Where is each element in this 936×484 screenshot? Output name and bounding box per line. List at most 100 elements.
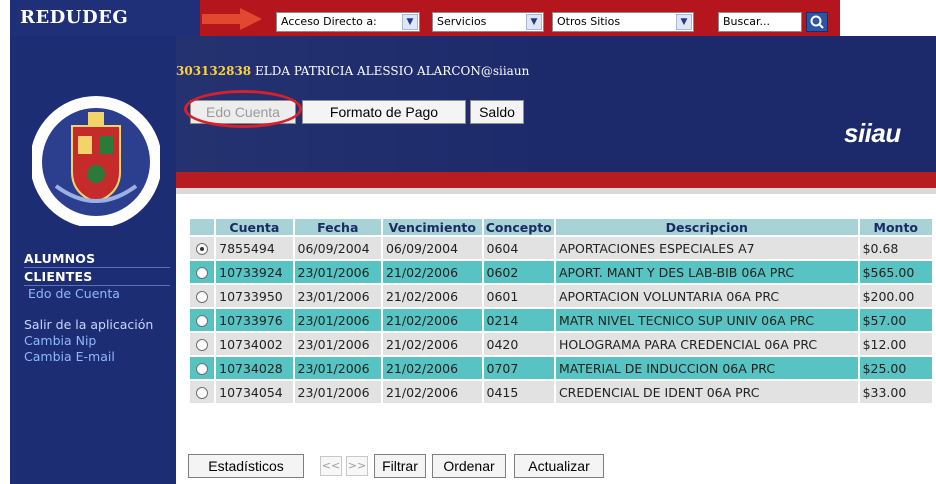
row-select-cell[interactable] [190, 381, 215, 403]
account-statement-table: Cuenta Fecha Vencimiento Concepto Descri… [188, 217, 932, 405]
acceso-directo-value: Acceso Directo a: [281, 15, 377, 28]
sidebar-nav: ALUMNOS CLIENTES Edo de Cuenta Salir de … [24, 250, 174, 365]
radio-icon[interactable] [196, 243, 209, 255]
table-row[interactable]: 7855494 06/09/2004 06/09/2004 0604 APORTACIO… [190, 237, 932, 259]
actualizar-button[interactable]: Actualizar [514, 454, 604, 478]
tab-saldo[interactable]: Saldo [470, 100, 524, 124]
radio-icon[interactable] [196, 387, 209, 399]
estadisticos-button[interactable]: Estadísticos [188, 454, 304, 478]
sidebar: ALUMNOS CLIENTES Edo de Cuenta Salir de … [10, 36, 176, 484]
cell-vencimiento: 21/02/2006 [382, 309, 482, 331]
otros-sitios-select[interactable]: Otros Sitios ▼ [552, 12, 694, 32]
cell-concepto: 0707 [483, 357, 554, 379]
cell-descripcion: MATERIAL DE INDUCCION 06A PRC [555, 357, 858, 379]
sidebar-link-cambia-nip[interactable]: Cambia Nip [24, 333, 174, 349]
row-select-cell[interactable] [190, 285, 215, 307]
ordenar-button[interactable]: Ordenar [432, 454, 506, 478]
chevron-down-icon: ▼ [402, 14, 418, 30]
cell-cuenta: 10734002 [216, 333, 293, 355]
top-bar: REDUDEG Acceso Directo a: ▼ Servicios ▼ … [0, 0, 936, 36]
cell-vencimiento: 21/02/2006 [382, 381, 482, 403]
cell-vencimiento: 21/02/2006 [382, 333, 482, 355]
chevron-down-icon: ▼ [676, 14, 692, 30]
table-row[interactable]: 10734002 23/01/2006 21/02/2006 0420 HOLOGRAM… [190, 333, 932, 355]
user-id: 303132838 [176, 64, 252, 78]
row-select-cell[interactable] [190, 357, 215, 379]
cell-monto: $200.00 [859, 285, 932, 307]
cell-fecha: 23/01/2006 [294, 309, 381, 331]
column-header-vencimiento: Vencimiento [382, 219, 482, 235]
cell-monto: $565.00 [859, 261, 932, 283]
cell-vencimiento: 21/02/2006 [382, 261, 482, 283]
university-crest-icon [30, 76, 162, 228]
otros-sitios-value: Otros Sitios [557, 15, 621, 28]
search-button[interactable] [806, 12, 828, 32]
cell-descripcion: APORTACION VOLUNTARIA 06A PRC [555, 285, 858, 307]
cell-vencimiento: 21/02/2006 [382, 285, 482, 307]
cell-descripcion: MATR NIVEL TECNICO SUP UNIV 06A PRC [555, 309, 858, 331]
siiau-logo: siiau [844, 118, 901, 148]
column-header-cuenta: Cuenta [216, 219, 293, 235]
table-row[interactable]: 10733976 23/01/2006 21/02/2006 0214 MATR NIV… [190, 309, 932, 331]
cell-fecha: 23/01/2006 [294, 333, 381, 355]
cell-monto: $25.00 [859, 357, 932, 379]
column-header-monto: Monto [859, 219, 932, 235]
search-input-value: Buscar... [723, 15, 771, 28]
sidebar-link-edo-de-cuenta[interactable]: Edo de Cuenta [24, 286, 174, 302]
row-select-cell[interactable] [190, 333, 215, 355]
header-divider [176, 188, 936, 194]
table-body: 7855494 06/09/2004 06/09/2004 0604 APORTACIO… [190, 237, 932, 403]
cell-monto: $0.68 [859, 237, 932, 259]
cell-concepto: 0601 [483, 285, 554, 307]
table-row[interactable]: 10734028 23/01/2006 21/02/2006 0707 MATERIAL… [190, 357, 932, 379]
row-select-cell[interactable] [190, 261, 215, 283]
cell-descripcion: CREDENCIAL DE IDENT 06A PRC [555, 381, 858, 403]
cell-vencimiento: 06/09/2004 [382, 237, 482, 259]
search-icon [810, 15, 824, 29]
next-page-button[interactable]: >> [346, 456, 368, 476]
filtrar-button[interactable]: Filtrar [374, 454, 426, 478]
sidebar-link-salir[interactable]: Salir de la aplicación [24, 317, 174, 333]
radio-icon[interactable] [196, 291, 209, 303]
cell-descripcion: APORT. MANT Y DES LAB-BIB 06A PRC [555, 261, 858, 283]
cell-cuenta: 10734028 [216, 357, 293, 379]
row-select-cell[interactable] [190, 309, 215, 331]
acceso-directo-select[interactable]: Acceso Directo a: ▼ [276, 12, 420, 32]
sidebar-section-alumnos[interactable]: ALUMNOS [24, 250, 174, 267]
table-row[interactable]: 10734054 23/01/2006 21/02/2006 0415 CREDENCI… [190, 381, 932, 403]
cell-monto: $57.00 [859, 309, 932, 331]
brand-logo[interactable]: REDUDEG [10, 0, 200, 36]
cell-monto: $33.00 [859, 381, 932, 403]
cell-fecha: 23/01/2006 [294, 381, 381, 403]
column-header-select [190, 219, 215, 235]
column-header-concepto: Concepto [483, 219, 554, 235]
cell-concepto: 0415 [483, 381, 554, 403]
servicios-select[interactable]: Servicios ▼ [432, 12, 544, 32]
table-row[interactable]: 10733924 23/01/2006 21/02/2006 0602 APORT. M… [190, 261, 932, 283]
cell-descripcion: HOLOGRAMA PARA CREDENCIAL 06A PRC [555, 333, 858, 355]
tab-formato-de-pago[interactable]: Formato de Pago [302, 100, 466, 124]
servicios-value: Servicios [437, 15, 487, 28]
radio-icon[interactable] [196, 267, 209, 279]
prev-page-button[interactable]: << [320, 456, 342, 476]
cell-concepto: 0602 [483, 261, 554, 283]
search-input[interactable]: Buscar... [718, 12, 802, 32]
cell-fecha: 23/01/2006 [294, 285, 381, 307]
sidebar-section-clientes[interactable]: CLIENTES [24, 267, 170, 286]
cell-vencimiento: 21/02/2006 [382, 357, 482, 379]
sidebar-link-cambia-email[interactable]: Cambia E-mail [24, 349, 174, 365]
radio-icon[interactable] [196, 363, 209, 375]
header-red-band [176, 172, 936, 188]
cell-concepto: 0604 [483, 237, 554, 259]
radio-icon[interactable] [196, 339, 209, 351]
cell-descripcion: APORTACIONES ESPECIALES A7 [555, 237, 858, 259]
table-header-row: Cuenta Fecha Vencimiento Concepto Descri… [190, 219, 932, 235]
table-row[interactable]: 10733950 23/01/2006 21/02/2006 0601 APORTACI… [190, 285, 932, 307]
radio-icon[interactable] [196, 315, 209, 327]
arrow-decoration-icon [202, 8, 262, 30]
cell-fecha: 06/09/2004 [294, 237, 381, 259]
highlight-circle [184, 90, 302, 128]
university-crest [30, 76, 162, 228]
chevron-down-icon: ▼ [526, 14, 542, 30]
row-select-cell[interactable] [190, 237, 215, 259]
